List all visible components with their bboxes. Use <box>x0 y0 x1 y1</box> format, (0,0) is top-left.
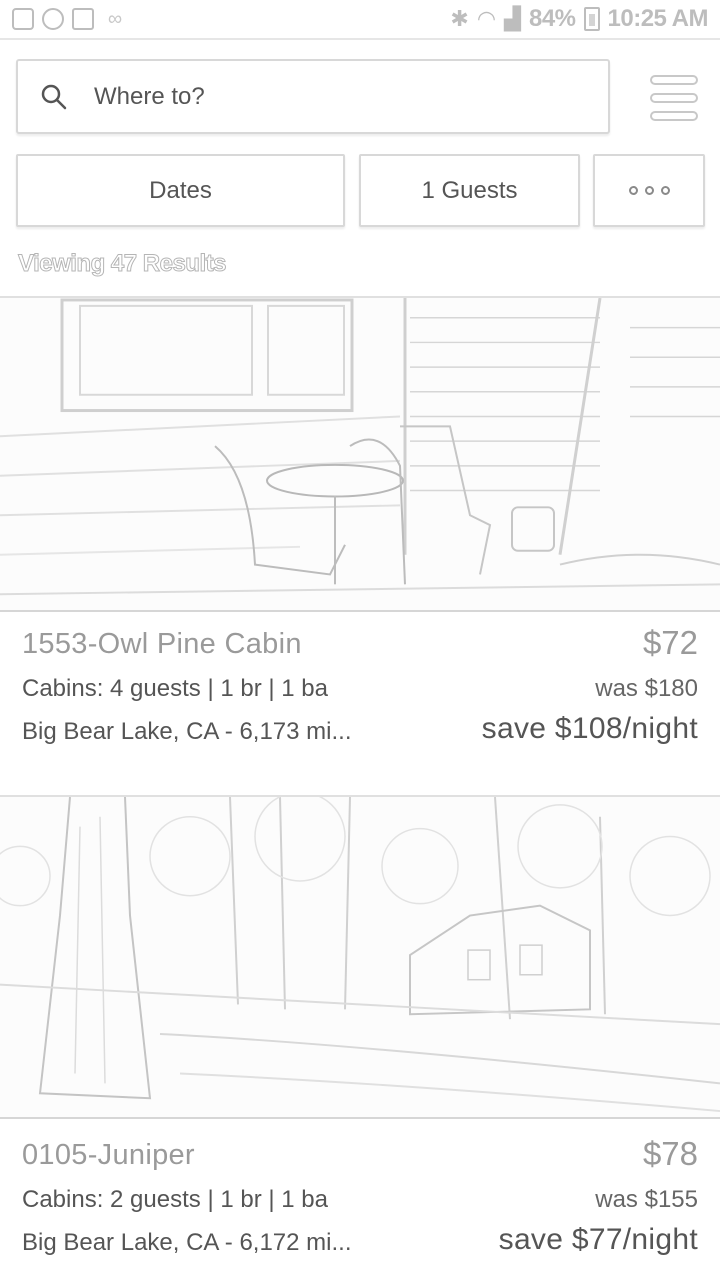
listing-details: Cabins: 4 guests | 1 br | 1 ba <box>22 675 328 702</box>
listing-info: 1553-Owl Pine Cabin $72 Cabins: 4 guests… <box>0 624 720 753</box>
listing-price: $72 <box>642 624 698 661</box>
more-icon <box>628 186 670 195</box>
menu-icon-bar <box>650 75 698 85</box>
menu-button[interactable] <box>650 75 698 121</box>
listing-location: Big Bear Lake, CA - 6,173 mi... <box>22 718 352 745</box>
listing-original-price: was $180 <box>595 675 698 702</box>
voicemail-icon: ∞ <box>107 8 123 30</box>
wifi-icon: ◠ <box>476 6 497 31</box>
settings-icon <box>42 8 64 30</box>
listing-card[interactable]: 0105-Juniper $78 Cabins: 2 guests | 1 br… <box>0 795 720 1280</box>
bluetooth-icon: ✱ <box>450 6 469 31</box>
listing-photo[interactable] <box>0 795 720 1119</box>
guests-button[interactable]: 1 Guests <box>359 154 580 227</box>
status-left-icons: ∞ <box>12 8 128 30</box>
search-placeholder: Where to? <box>94 82 205 110</box>
dates-button[interactable]: Dates <box>16 154 345 227</box>
listing-savings: save $108/night <box>481 712 698 745</box>
listing-photo[interactable] <box>0 296 720 612</box>
listing-original-price: was $155 <box>595 1186 698 1213</box>
check-icon <box>72 8 94 30</box>
listing-name[interactable]: 0105-Juniper <box>22 1139 195 1172</box>
search-input[interactable]: Where to? <box>16 59 610 134</box>
clock: 10:25 AM <box>607 5 709 32</box>
listing-price: $78 <box>642 1135 698 1172</box>
more-filters-button[interactable] <box>593 154 705 227</box>
listing-details: Cabins: 2 guests | 1 br | 1 ba <box>22 1186 328 1213</box>
listing-savings: save $77/night <box>498 1223 698 1256</box>
battery-percent: 84% <box>528 5 576 32</box>
status-right-icons: ✱ ◠ ▟ 84% 10:25 AM <box>450 5 708 33</box>
signal-icon: ▟ <box>504 6 521 31</box>
listing-info: 0105-Juniper $78 Cabins: 2 guests | 1 br… <box>0 1135 720 1264</box>
gallery-icon <box>12 8 34 30</box>
listing-location: Big Bear Lake, CA - 6,172 mi... <box>22 1229 352 1256</box>
menu-icon-bar <box>650 111 698 121</box>
menu-icon-bar <box>650 93 698 103</box>
battery-icon <box>583 7 600 31</box>
listing-card[interactable]: 1553-Owl Pine Cabin $72 Cabins: 4 guests… <box>0 296 720 771</box>
listing-name[interactable]: 1553-Owl Pine Cabin <box>22 628 302 661</box>
results-count: Viewing 47 Results <box>18 250 227 278</box>
search-icon <box>40 83 68 111</box>
status-bar: ∞ ✱ ◠ ▟ 84% 10:25 AM <box>0 0 720 40</box>
